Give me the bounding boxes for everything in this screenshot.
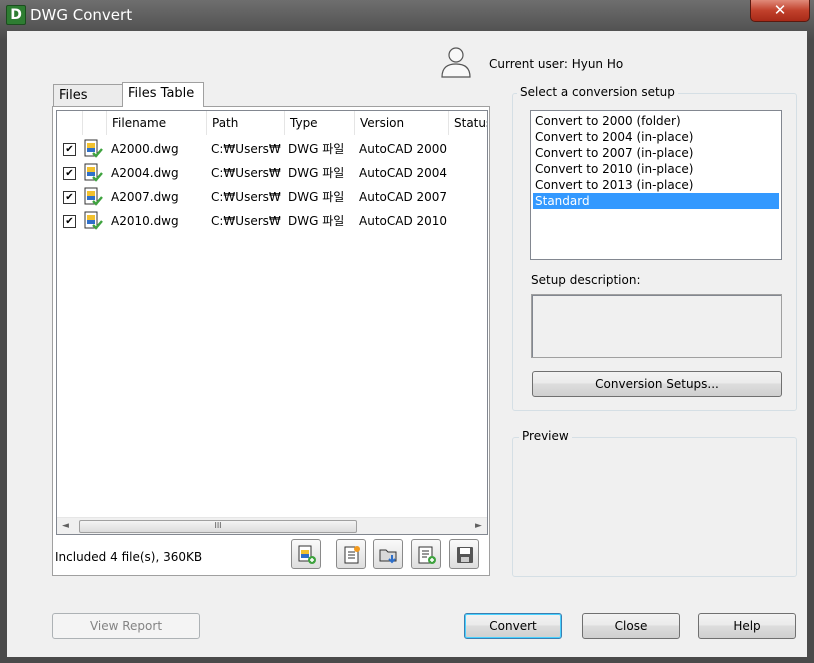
title-bar[interactable]: D DWG Convert ✕	[0, 0, 814, 30]
list-star-icon	[344, 546, 360, 564]
conversion-setups-button[interactable]: Conversion Setups...	[532, 371, 782, 397]
app-icon: D	[6, 5, 26, 25]
cell-path: C:₩Users₩	[211, 214, 281, 228]
row-checkbox[interactable]: ✔	[63, 167, 76, 180]
preview-group	[512, 437, 797, 577]
cell-path: C:₩Users₩	[211, 166, 281, 180]
cell-path: C:₩Users₩	[211, 142, 281, 156]
dwg-file-icon	[84, 163, 103, 182]
setup-option[interactable]: Convert to 2007 (in-place)	[533, 145, 779, 161]
window-title: DWG Convert	[30, 6, 133, 24]
cell-filename: A2000.dwg	[111, 142, 179, 156]
scroll-right-arrow[interactable]: ►	[470, 518, 487, 534]
cell-type: DWG 파일	[288, 166, 345, 180]
cell-version: AutoCAD 2010	[359, 214, 448, 228]
cell-filename: A2010.dwg	[111, 214, 179, 228]
dialog-client-area: Current user: Hyun Ho Files Tree Files T…	[7, 31, 807, 657]
table-row[interactable]: ✔ A2000.dwg C:₩Users₩ DWG 파일 AutoCAD 2000	[57, 137, 487, 161]
cell-version: AutoCAD 2000	[359, 142, 448, 156]
tab-files-tree[interactable]: Files Tree	[53, 84, 123, 124]
table-row[interactable]: ✔ A2007.dwg C:₩Users₩ DWG 파일 AutoCAD 2007	[57, 185, 487, 209]
setup-option[interactable]: Convert to 2013 (in-place)	[533, 177, 779, 193]
column-header-status[interactable]: Status	[449, 111, 487, 135]
setup-option[interactable]: Convert to 2000 (folder)	[533, 113, 779, 129]
setup-description-label: Setup description:	[531, 273, 641, 287]
setup-option-selected[interactable]: Standard	[533, 193, 779, 209]
horizontal-scrollbar[interactable]: ◄ III ►	[57, 517, 487, 534]
cell-filename: A2007.dwg	[111, 190, 179, 204]
convert-button[interactable]: Convert	[464, 613, 562, 639]
add-from-sheet-set-button[interactable]	[336, 539, 366, 569]
dwg-file-icon	[84, 187, 103, 206]
cell-type: DWG 파일	[288, 214, 345, 228]
folder-open-icon	[379, 549, 397, 564]
help-button[interactable]: Help	[698, 613, 796, 639]
save-icon	[457, 547, 473, 563]
column-header-icon[interactable]	[83, 111, 107, 135]
dwg-file-icon	[84, 211, 103, 230]
cell-type: DWG 파일	[288, 142, 345, 156]
open-file-list-button[interactable]	[373, 539, 403, 569]
view-report-button[interactable]: View Report	[52, 613, 200, 639]
column-header-version[interactable]: Version	[355, 111, 449, 135]
scroll-left-arrow[interactable]: ◄	[57, 518, 74, 534]
dwg-file-icon	[84, 139, 103, 158]
conversion-setup-list[interactable]: Convert to 2000 (folder) Convert to 2004…	[530, 110, 782, 260]
cell-type: DWG 파일	[288, 190, 345, 204]
column-header-path[interactable]: Path	[207, 111, 285, 135]
setup-option[interactable]: Convert to 2010 (in-place)	[533, 161, 779, 177]
column-header-filename[interactable]: Filename	[107, 111, 207, 135]
cell-version: AutoCAD 2004	[359, 166, 448, 180]
row-checkbox[interactable]: ✔	[63, 215, 76, 228]
list-add-icon	[418, 546, 436, 564]
add-file-icon	[298, 545, 316, 564]
column-header-check[interactable]	[57, 111, 83, 135]
save-file-list-button[interactable]	[449, 539, 479, 569]
window-close-button[interactable]: ✕	[750, 0, 810, 22]
files-table-panel: Filename Path Type Version Status ✔ A2000…	[52, 106, 490, 576]
add-files-button[interactable]	[291, 539, 321, 569]
scroll-thumb[interactable]: III	[79, 520, 357, 533]
row-checkbox[interactable]: ✔	[63, 191, 76, 204]
table-row[interactable]: ✔ A2004.dwg C:₩Users₩ DWG 파일 AutoCAD 2004	[57, 161, 487, 185]
user-icon	[441, 47, 471, 78]
append-file-list-button[interactable]	[411, 539, 441, 569]
setup-description-box	[531, 294, 782, 358]
close-button[interactable]: Close	[582, 613, 680, 639]
preview-label: Preview	[519, 429, 572, 443]
row-checkbox[interactable]: ✔	[63, 143, 76, 156]
column-header-type[interactable]: Type	[285, 111, 355, 135]
dwg-convert-window: D DWG Convert ✕ Current user: Hyun Ho Fi…	[0, 0, 814, 663]
cell-path: C:₩Users₩	[211, 190, 281, 204]
included-files-summary: Included 4 file(s), 360KB	[55, 550, 203, 564]
setup-option[interactable]: Convert to 2004 (in-place)	[533, 129, 779, 145]
tab-files-table[interactable]: Files Table	[122, 82, 204, 107]
cell-version: AutoCAD 2007	[359, 190, 448, 204]
cell-filename: A2004.dwg	[111, 166, 179, 180]
files-list[interactable]: Filename Path Type Version Status ✔ A2000…	[56, 110, 488, 535]
current-user-label: Current user: Hyun Ho	[489, 57, 624, 71]
table-row[interactable]: ✔ A2010.dwg C:₩Users₩ DWG 파일 AutoCAD 2010	[57, 209, 487, 233]
conversion-setup-label: Select a conversion setup	[517, 85, 678, 99]
